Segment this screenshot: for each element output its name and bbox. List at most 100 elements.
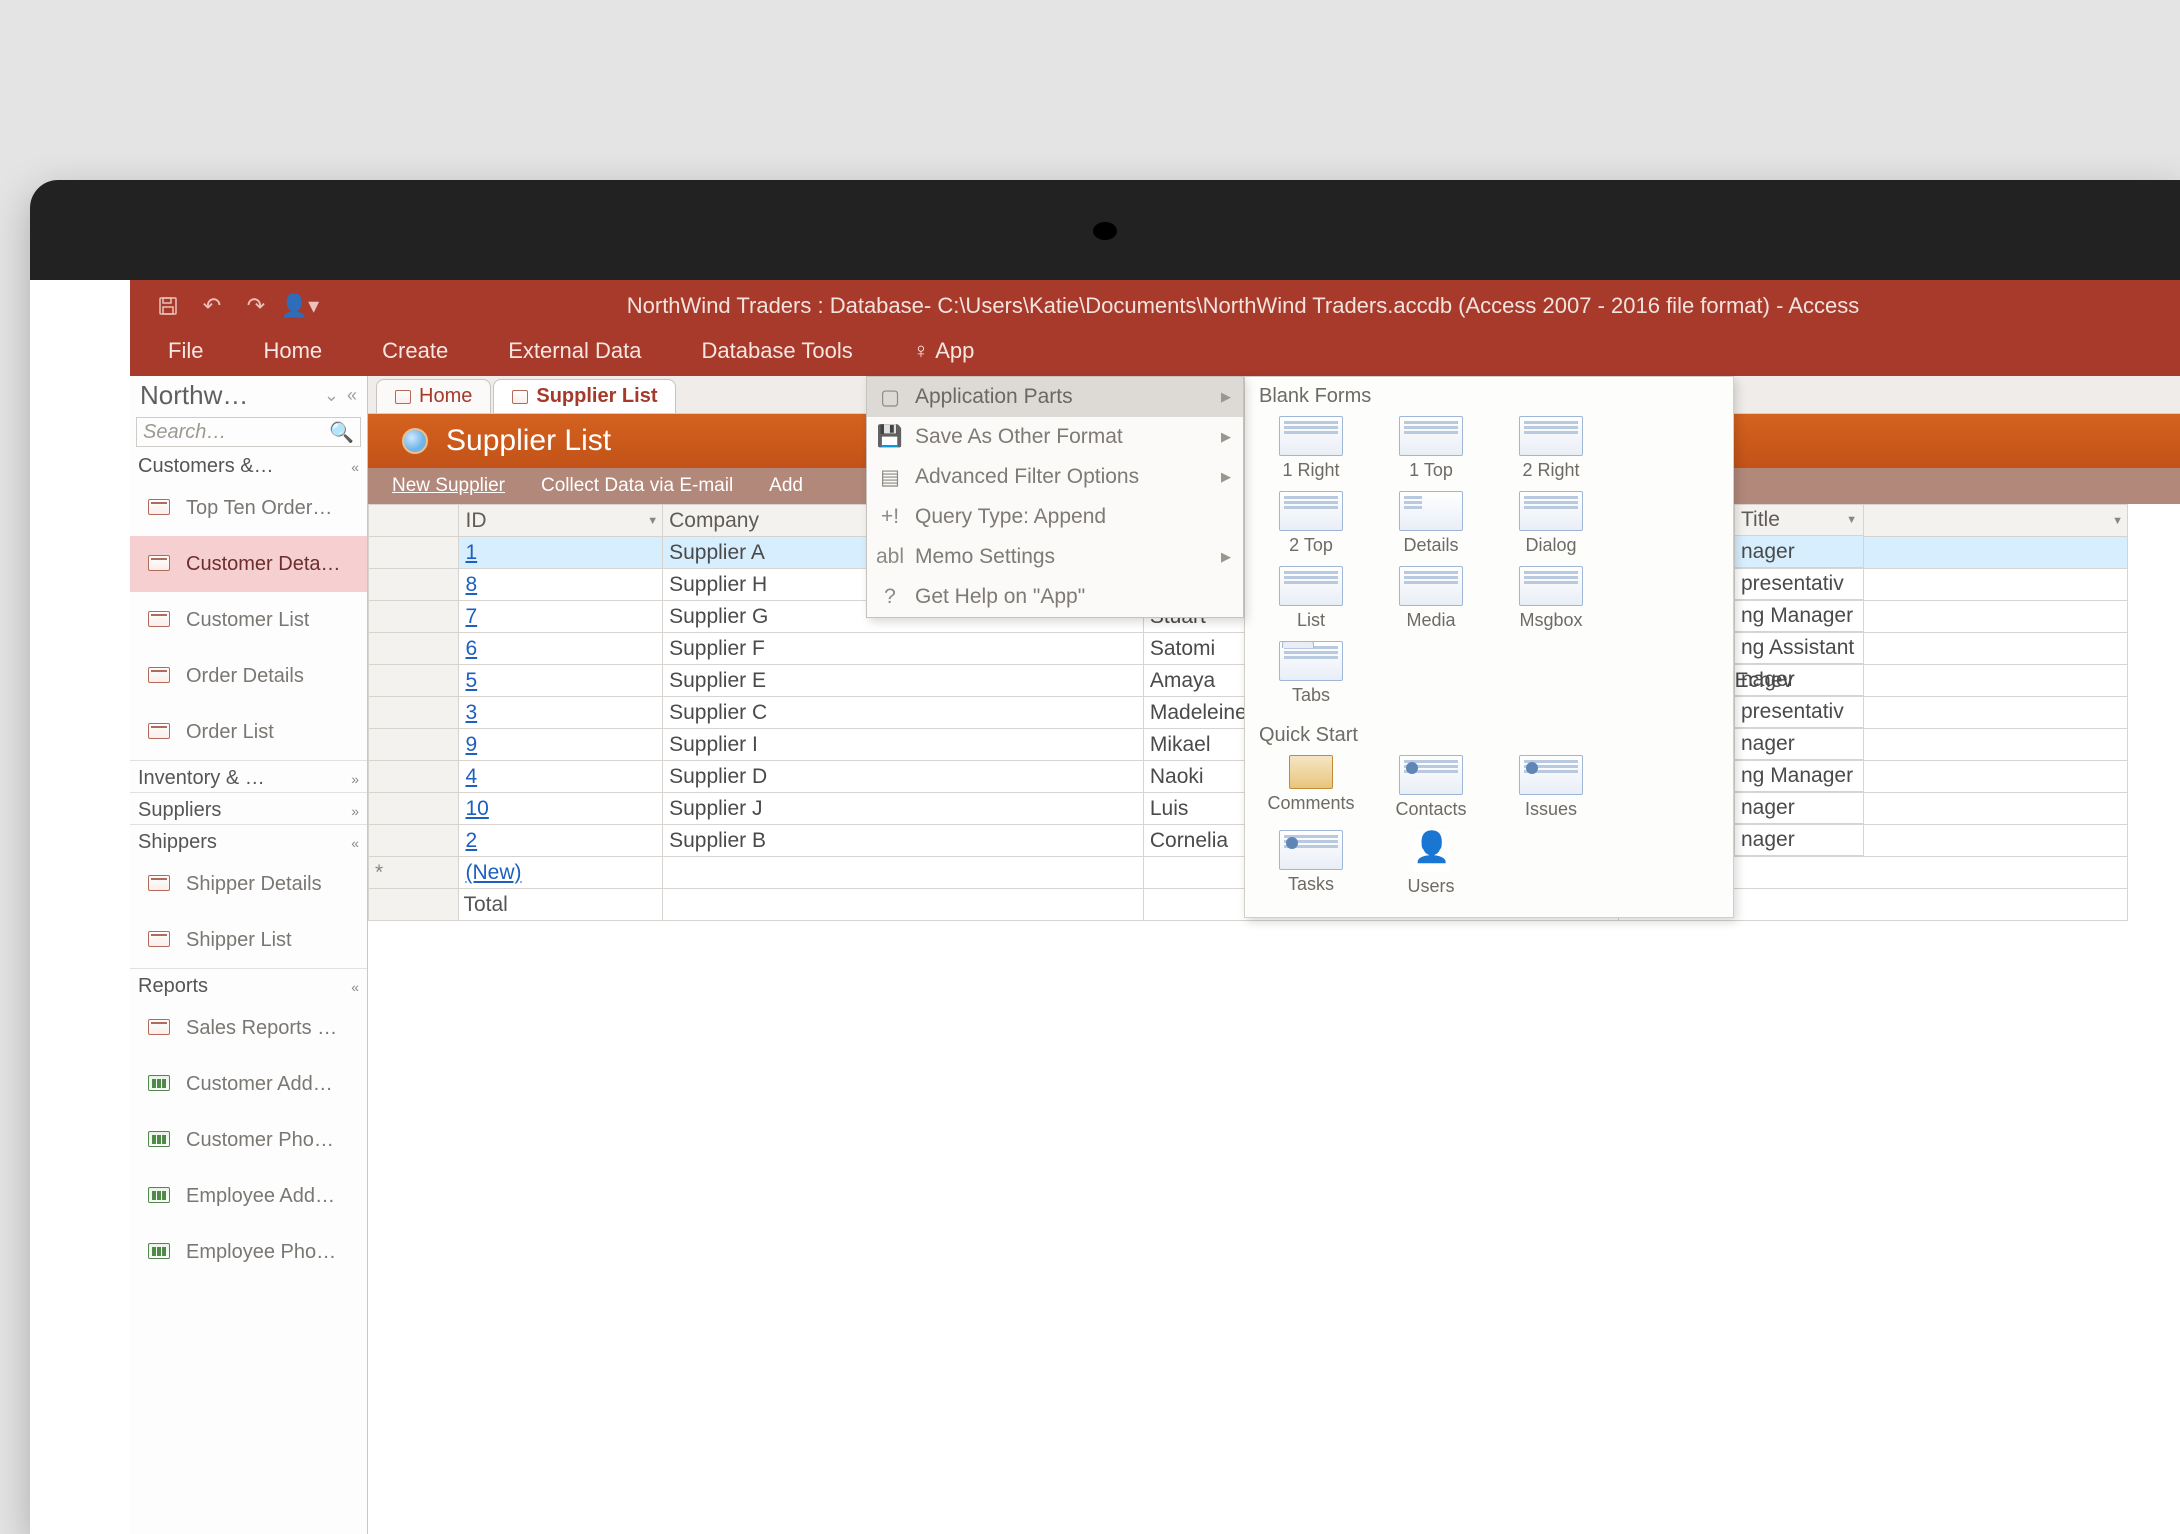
cell-id[interactable]: 6 [459, 633, 663, 665]
gallery-item[interactable]: 2 Right [1495, 416, 1607, 481]
gallery-item[interactable]: 2 Top [1255, 491, 1367, 556]
ribbon-tab-external-data[interactable]: External Data [498, 332, 651, 376]
cell-title[interactable]: nager [1734, 664, 1864, 696]
cell-title[interactable]: nager [1734, 792, 1864, 824]
cell-id[interactable]: 3 [459, 697, 663, 729]
nav-item[interactable]: Employee Pho… [130, 1224, 367, 1280]
nav-group-header[interactable]: Inventory & …» [130, 760, 367, 792]
cell-company[interactable]: Supplier C [663, 697, 1144, 729]
application-parts-gallery[interactable]: Blank Forms1 Right1 Top2 Right2 TopDetai… [1244, 376, 1734, 918]
gallery-item[interactable]: Issues [1495, 755, 1607, 820]
ribbon-tab-file[interactable]: File [158, 332, 213, 376]
nav-item[interactable]: Order List [130, 704, 367, 760]
nav-item[interactable]: Shipper List [130, 912, 367, 968]
row-selector[interactable] [369, 761, 459, 793]
app-menu[interactable]: ▢Application Parts▶💾Save As Other Format… [866, 376, 1244, 618]
gallery-item[interactable]: Tabs [1255, 641, 1367, 706]
menu-item[interactable]: ▢Application Parts▶ [867, 377, 1243, 417]
nav-search-input[interactable]: Search… 🔍 [136, 417, 361, 447]
nav-item[interactable]: Customer List [130, 592, 367, 648]
new-supplier-link[interactable]: New Supplier [392, 475, 505, 497]
nav-group-header[interactable]: Suppliers» [130, 792, 367, 824]
nav-group-header[interactable]: Customers &…« [130, 449, 367, 480]
ribbon-tab-home[interactable]: Home [253, 332, 332, 376]
gallery-item[interactable]: Msgbox [1495, 566, 1607, 631]
cell-title[interactable]: nager [1734, 728, 1864, 760]
cell-company[interactable]: Supplier J [663, 793, 1144, 825]
ribbon-tab-database-tools[interactable]: Database Tools [691, 332, 862, 376]
redo-icon[interactable]: ↷ [234, 284, 278, 328]
cell-company[interactable]: Supplier I [663, 729, 1144, 761]
row-selector[interactable] [369, 665, 459, 697]
gallery-item[interactable]: Contacts [1375, 755, 1487, 820]
tell-me-box[interactable]: ♀ App [903, 332, 985, 376]
menu-item[interactable]: ablMemo Settings▶ [867, 537, 1243, 577]
chevron-down-icon[interactable]: ▼ [1846, 514, 1857, 526]
cell-title[interactable]: nager [1734, 536, 1864, 568]
nav-item[interactable]: Sales Reports … [130, 1000, 367, 1056]
row-selector[interactable] [369, 569, 459, 601]
gallery-item[interactable]: Media [1375, 566, 1487, 631]
user-icon[interactable]: 👤▾ [278, 284, 322, 328]
row-selector-header[interactable] [369, 505, 459, 537]
collect-data-link[interactable]: Collect Data via E-mail [541, 475, 733, 497]
menu-item[interactable]: 💾Save As Other Format▶ [867, 417, 1243, 457]
menu-item[interactable]: ▤Advanced Filter Options▶ [867, 457, 1243, 497]
save-icon[interactable] [146, 284, 190, 328]
nav-item[interactable]: Top Ten Order… [130, 480, 367, 536]
gallery-item[interactable]: Dialog [1495, 491, 1607, 556]
nav-item[interactable]: Employee Add… [130, 1168, 367, 1224]
cell-company[interactable]: Supplier D [663, 761, 1144, 793]
cell-id[interactable]: 4 [459, 761, 663, 793]
row-selector[interactable] [369, 793, 459, 825]
menu-item[interactable]: ?Get Help on "App" [867, 577, 1243, 617]
search-icon[interactable]: 🔍 [329, 420, 354, 445]
nav-item[interactable]: Customer Add… [130, 1056, 367, 1112]
gallery-item[interactable]: 1 Right [1255, 416, 1367, 481]
chevron-down-icon[interactable]: ▼ [2112, 515, 2123, 527]
column-header[interactable]: ID▼ [459, 505, 663, 537]
cell-title[interactable]: presentativ [1734, 568, 1864, 600]
row-selector[interactable] [369, 601, 459, 633]
cell-id[interactable]: 8 [459, 569, 663, 601]
cell-company[interactable]: Supplier F [663, 633, 1144, 665]
row-selector[interactable] [369, 825, 459, 857]
gallery-item[interactable]: List [1255, 566, 1367, 631]
column-header-title[interactable]: Title ▼ [1734, 504, 1864, 536]
cell-title[interactable]: ng Assistant [1734, 632, 1864, 664]
undo-icon[interactable]: ↶ [190, 284, 234, 328]
cell-company[interactable]: Supplier E [663, 665, 1144, 697]
nav-group-header[interactable]: Shippers« [130, 824, 367, 856]
nav-item[interactable]: Customer Pho… [130, 1112, 367, 1168]
cell-id[interactable]: 5 [459, 665, 663, 697]
row-selector[interactable] [369, 729, 459, 761]
nav-item[interactable]: Order Details [130, 648, 367, 704]
ribbon-tab-create[interactable]: Create [372, 332, 458, 376]
gallery-item[interactable]: Tasks [1255, 830, 1367, 897]
shutter-icon[interactable]: « [347, 385, 357, 406]
row-selector[interactable] [369, 537, 459, 569]
add-link[interactable]: Add [769, 475, 803, 497]
nav-group-header[interactable]: Reports« [130, 968, 367, 1000]
row-selector[interactable] [369, 697, 459, 729]
cell-company[interactable]: Supplier B [663, 825, 1144, 857]
cell-id[interactable]: 1 [459, 537, 663, 569]
gallery-item[interactable]: Users [1375, 830, 1487, 897]
cell-id[interactable]: 9 [459, 729, 663, 761]
cell-title[interactable]: presentativ [1734, 696, 1864, 728]
cell-title[interactable]: ng Manager [1734, 760, 1864, 792]
document-tab[interactable]: Supplier List [493, 379, 676, 413]
document-tab[interactable]: Home [376, 379, 491, 413]
cell-title[interactable]: ng Manager [1734, 600, 1864, 632]
cell-id[interactable]: 7 [459, 601, 663, 633]
nav-title[interactable]: Northw… ⌄ « [130, 376, 367, 413]
chevron-down-icon[interactable]: ▼ [647, 515, 658, 527]
row-selector[interactable] [369, 633, 459, 665]
gallery-item[interactable]: Comments [1255, 755, 1367, 820]
cell-id[interactable]: 10 [459, 793, 663, 825]
nav-item[interactable]: Customer Deta… [130, 536, 367, 592]
gallery-item[interactable]: Details [1375, 491, 1487, 556]
cell-title[interactable]: nager [1734, 824, 1864, 856]
chevron-down-icon[interactable]: ⌄ [324, 385, 339, 406]
nav-item[interactable]: Shipper Details [130, 856, 367, 912]
